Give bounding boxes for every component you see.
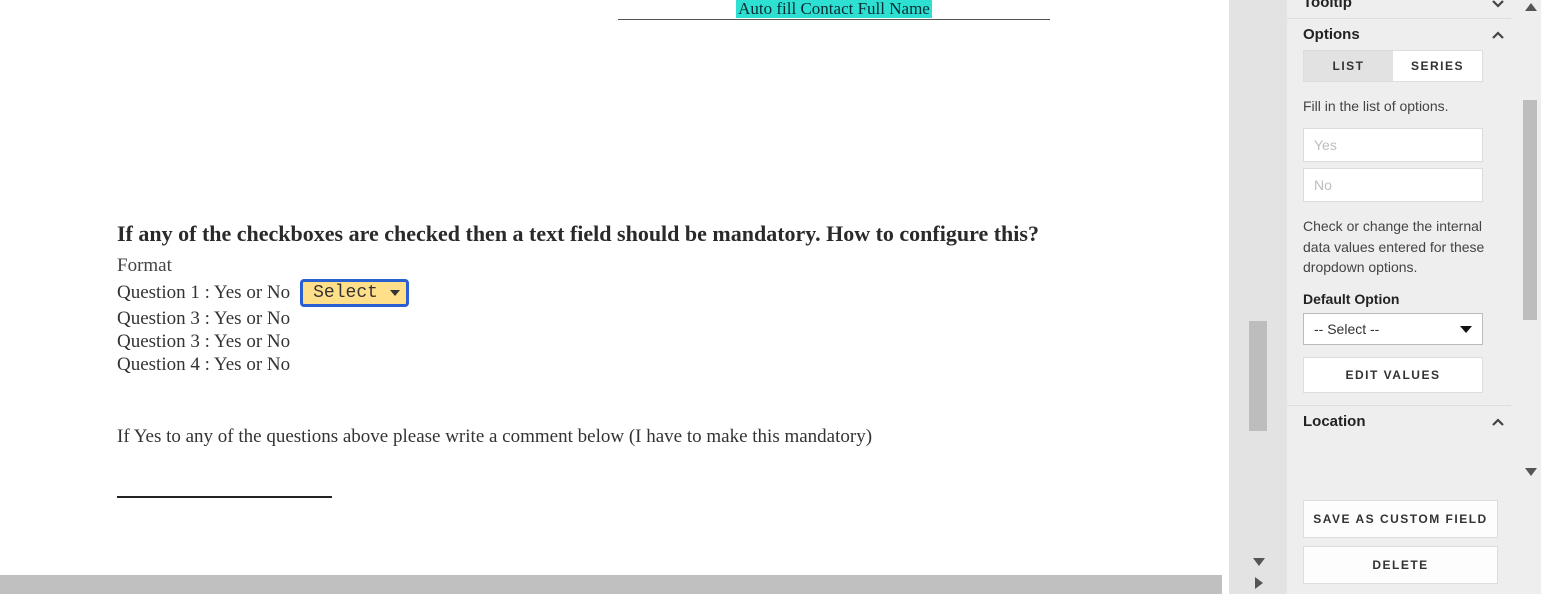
scroll-right-icon[interactable] xyxy=(1255,577,1263,589)
dropdown-label: Select xyxy=(313,283,378,303)
location-section-header[interactable]: Location xyxy=(1287,405,1511,437)
default-option-label: Default Option xyxy=(1303,291,1495,307)
scroll-down-icon[interactable] xyxy=(1253,558,1265,566)
default-option-select[interactable]: -- Select -- xyxy=(1303,313,1483,345)
autofill-field[interactable]: Auto fill Contact Full Name xyxy=(618,0,1050,20)
default-option-value: -- Select -- xyxy=(1314,321,1379,337)
edit-values-button[interactable]: EDIT VALUES xyxy=(1303,357,1483,393)
question-3-label: Question 3 : Yes or No xyxy=(117,331,290,353)
question-row: Question 4 : Yes or No xyxy=(117,354,1117,376)
scroll-down-icon[interactable] xyxy=(1525,468,1537,476)
save-as-custom-field-button[interactable]: SAVE AS CUSTOM FIELD xyxy=(1303,500,1498,538)
option-input-1[interactable] xyxy=(1303,128,1483,162)
horizontal-scrollbar-track[interactable] xyxy=(0,575,1222,594)
question-row: Question 3 : Yes or No xyxy=(117,331,1117,353)
tooltip-section-title: Tooltip xyxy=(1303,0,1352,11)
canvas-gutter xyxy=(1229,0,1287,594)
delete-button[interactable]: DELETE xyxy=(1303,546,1498,584)
comment-text-field[interactable] xyxy=(117,496,332,498)
scroll-up-icon[interactable] xyxy=(1525,3,1537,11)
panel-scrollbar[interactable] xyxy=(1521,0,1541,594)
chevron-down-icon xyxy=(1491,0,1505,10)
form-heading: If any of the checkboxes are checked the… xyxy=(117,220,1117,249)
values-hint: Check or change the internal data values… xyxy=(1303,216,1495,277)
format-label: Format xyxy=(117,255,1117,277)
list-tab[interactable]: LIST xyxy=(1304,51,1393,81)
chevron-down-icon xyxy=(1460,326,1472,333)
options-section-title: Options xyxy=(1303,26,1360,43)
autofill-placeholder: Auto fill Contact Full Name xyxy=(736,0,932,18)
canvas-scrollbar-thumb[interactable] xyxy=(1249,321,1267,431)
series-tab[interactable]: SERIES xyxy=(1393,51,1482,81)
panel-scrollbar-thumb[interactable] xyxy=(1523,100,1537,320)
tooltip-section-header[interactable]: Tooltip xyxy=(1287,0,1511,18)
option-input-2[interactable] xyxy=(1303,168,1483,202)
question-1-dropdown[interactable]: Select xyxy=(300,279,409,307)
question-row: Question 1 : Yes or No Select xyxy=(117,279,1117,307)
chevron-down-icon xyxy=(390,290,400,296)
location-section-title: Location xyxy=(1303,413,1366,430)
question-4-label: Question 4 : Yes or No xyxy=(117,354,290,376)
question-row: Question 3 : Yes or No xyxy=(117,308,1117,330)
options-mode-segmented: LIST SERIES xyxy=(1303,50,1483,82)
mandatory-prompt: If Yes to any of the questions above ple… xyxy=(117,426,1117,448)
properties-panel: Tooltip Options LIST SERIES Fill in the … xyxy=(1287,0,1541,594)
chevron-up-icon xyxy=(1491,415,1505,429)
chevron-up-icon xyxy=(1491,28,1505,42)
fill-options-hint: Fill in the list of options. xyxy=(1303,96,1495,116)
options-section-header[interactable]: Options xyxy=(1287,18,1511,50)
question-2-label: Question 3 : Yes or No xyxy=(117,308,290,330)
question-1-label: Question 1 : Yes or No xyxy=(117,282,290,304)
